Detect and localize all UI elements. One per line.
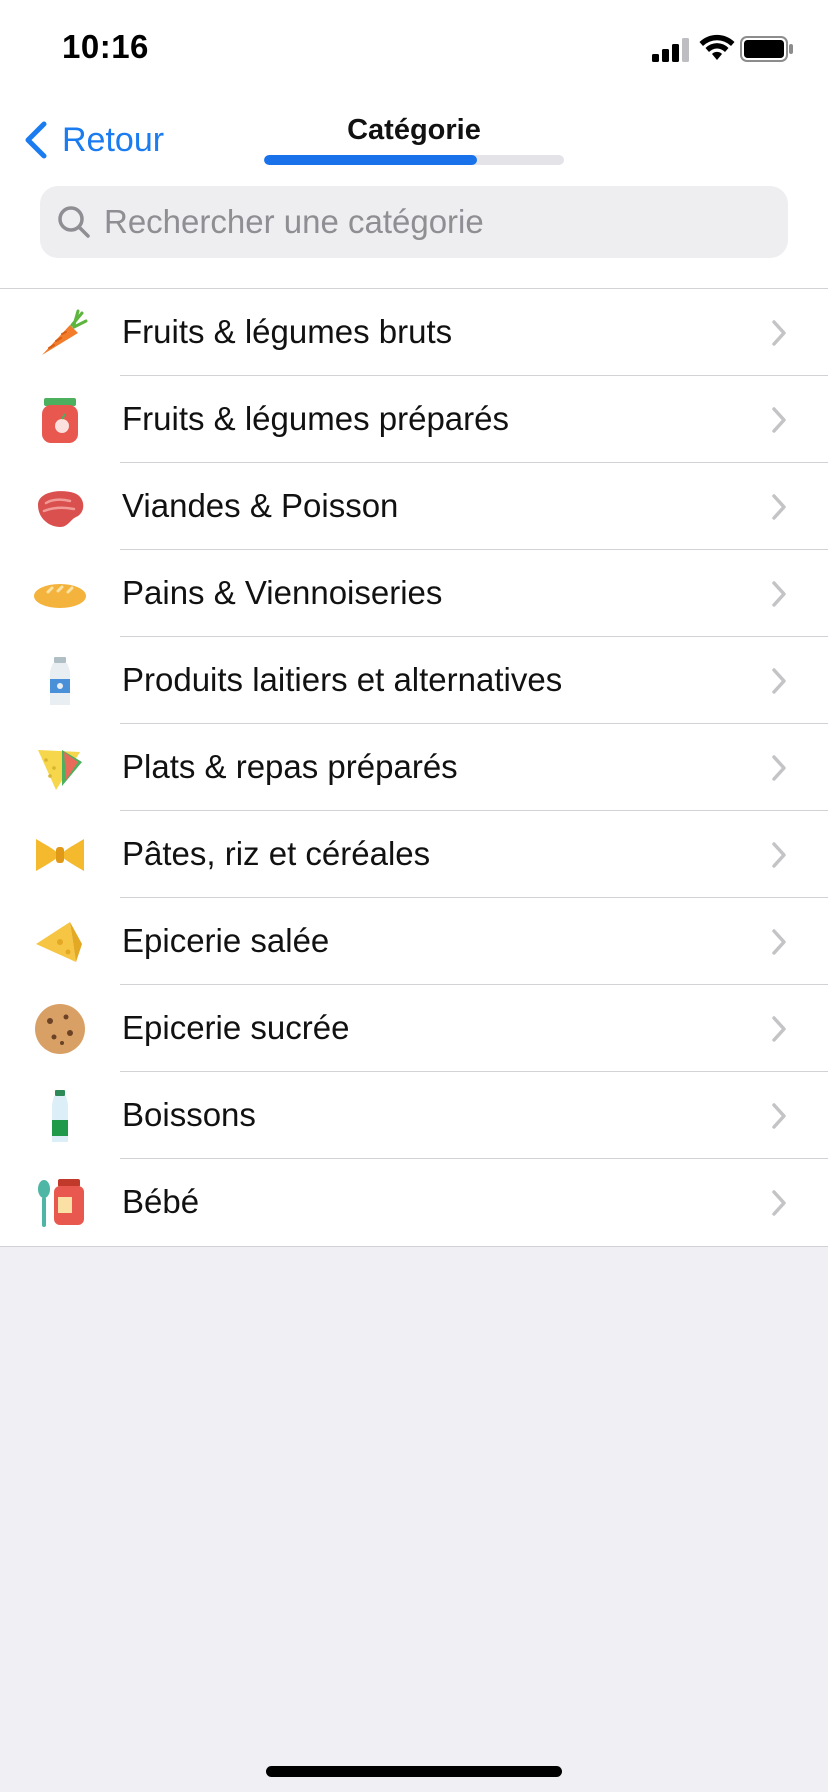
search-input[interactable] <box>104 203 744 241</box>
cheese-icon <box>32 914 88 970</box>
category-label: Fruits & légumes préparés <box>122 400 509 437</box>
step-progress-bar <box>264 155 564 165</box>
step-progress-fill <box>264 155 477 165</box>
category-row[interactable]: Viandes & Poisson <box>0 463 828 550</box>
chevron-right-icon <box>770 318 788 348</box>
category-label: Boissons <box>122 1096 256 1133</box>
cellular-signal-icon <box>652 38 689 62</box>
category-label: Produits laitiers et alternatives <box>122 661 563 698</box>
chevron-right-icon <box>770 666 788 696</box>
battery-icon <box>740 36 793 62</box>
chevron-right-icon <box>770 492 788 522</box>
chevron-right-icon <box>770 579 788 609</box>
category-row[interactable]: Epicerie sucrée <box>0 985 828 1072</box>
category-row[interactable]: Fruits & légumes préparés <box>0 376 828 463</box>
water-bottle-icon <box>32 1088 88 1144</box>
category-label: Viandes & Poisson <box>122 487 399 524</box>
status-time: 10:16 <box>62 28 149 65</box>
chevron-right-icon <box>770 1188 788 1218</box>
chevron-right-icon <box>770 1101 788 1131</box>
category-label: Epicerie salée <box>122 922 330 959</box>
category-row[interactable]: Pains & Viennoiseries <box>0 550 828 637</box>
category-label: Epicerie sucrée <box>122 1009 350 1046</box>
category-label: Pains & Viennoiseries <box>122 574 443 611</box>
category-row[interactable]: Fruits & légumes bruts <box>0 289 828 376</box>
milk-bottle-icon <box>32 653 88 709</box>
chevron-left-icon <box>25 121 47 159</box>
back-button[interactable]: Retour <box>22 118 164 162</box>
cookie-icon <box>32 1001 88 1057</box>
jam-jar-icon <box>32 392 88 448</box>
category-row[interactable]: Plats & repas préparés <box>0 724 828 811</box>
chevron-right-icon <box>770 840 788 870</box>
chevron-right-icon <box>770 753 788 783</box>
category-row[interactable]: Pâtes, riz et céréales <box>0 811 828 898</box>
category-row[interactable]: Bébé <box>0 1159 828 1246</box>
category-label: Plats & repas préparés <box>122 748 458 785</box>
search-bar[interactable] <box>40 186 788 258</box>
back-button-label: Retour <box>62 120 165 159</box>
home-indicator[interactable] <box>266 1766 562 1777</box>
category-list: Fruits & légumes bruts Fruits & légumes p… <box>0 289 828 1247</box>
header-area: 10:16 Retour Catégorie <box>0 0 828 288</box>
wifi-icon <box>699 34 735 60</box>
chevron-right-icon <box>770 927 788 957</box>
baby-food-icon <box>32 1175 88 1231</box>
category-row[interactable]: Produits laitiers et alternatives <box>0 637 828 724</box>
category-label: Pâtes, riz et céréales <box>122 835 431 872</box>
pasta-bow-icon <box>32 827 88 883</box>
chevron-right-icon <box>770 405 788 435</box>
category-row[interactable]: Boissons <box>0 1072 828 1159</box>
category-label: Bébé <box>122 1183 200 1220</box>
category-row[interactable]: Epicerie salée <box>0 898 828 985</box>
category-label: Fruits & légumes bruts <box>122 313 453 350</box>
chevron-right-icon <box>770 1014 788 1044</box>
bread-icon <box>32 566 88 622</box>
steak-icon <box>32 479 88 535</box>
carrot-icon <box>32 305 88 361</box>
page-title: Catégorie <box>347 114 481 146</box>
search-icon <box>58 206 90 238</box>
sandwich-icon <box>32 740 88 796</box>
